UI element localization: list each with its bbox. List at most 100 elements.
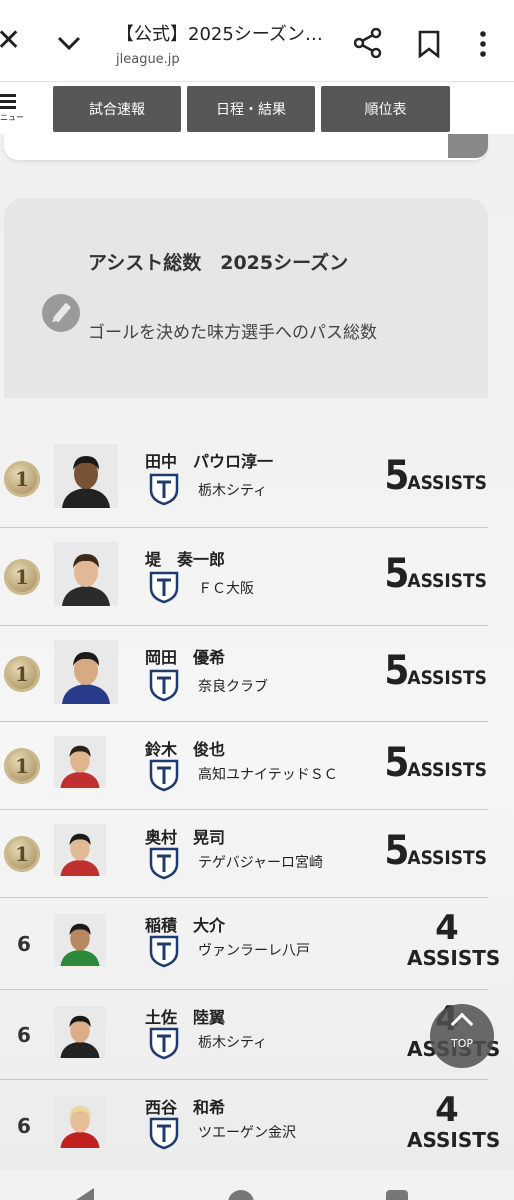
player-photo <box>54 736 106 788</box>
browser-toolbar: ✕ 【公式】2025シーズン… jleague.jp <box>0 0 514 82</box>
assist-unit: ASSISTS <box>407 946 501 970</box>
more-options-icon[interactable] <box>478 30 488 58</box>
rank-medal: 1 <box>4 461 40 497</box>
stat-info-card: アシスト総数 2025シーズン ゴールを決めた味方選手へのパス総数 <box>4 198 488 398</box>
club-name[interactable]: ヴァンラーレ八戸 <box>198 940 310 960</box>
arrow-up-icon <box>450 1012 474 1036</box>
club-logo-icon <box>149 759 179 792</box>
ranking-row[interactable]: 1 奥村 晃司 テゲバジャーロ宮崎 5ASSISTS <box>0 810 488 898</box>
top-label: TOP <box>450 1037 473 1050</box>
assist-value: 5 <box>384 551 409 597</box>
menu-label: ニュー <box>0 113 24 122</box>
menu-button[interactable]: ニュー <box>0 92 26 128</box>
chevron-down-icon[interactable] <box>54 28 84 58</box>
pencil-icon <box>42 294 80 332</box>
ranking-row[interactable]: 1 岡田 優希 奈良クラブ 5ASSISTS <box>0 626 488 722</box>
assist-unit: ASSISTS <box>407 570 487 592</box>
back-icon[interactable] <box>76 1188 94 1200</box>
assist-count: 5ASSISTS <box>384 740 487 786</box>
assist-unit: ASSISTS <box>407 759 487 781</box>
assist-value: 4 <box>435 908 459 948</box>
previous-card-bottom <box>4 134 488 160</box>
page-domain: jleague.jp <box>116 52 180 67</box>
rank-number: 1 <box>15 662 29 686</box>
rank-number: 1 <box>15 565 29 589</box>
page-title: 【公式】2025シーズン… <box>116 24 323 45</box>
player-name[interactable]: 奥村 晃司 <box>145 824 225 848</box>
club-name[interactable]: ＦＣ大阪 <box>198 578 254 598</box>
assist-unit: ASSISTS <box>407 1128 501 1152</box>
club-logo-icon <box>149 473 179 506</box>
rank-number: 6 <box>17 932 31 956</box>
site-navigation: ニュー 試合速報 日程・結果 順位表 <box>0 82 514 134</box>
club-name[interactable]: テゲバジャーロ宮崎 <box>198 852 323 872</box>
assist-unit: ASSISTS <box>407 667 487 689</box>
club-logo-icon <box>149 1117 179 1150</box>
player-photo <box>54 914 106 966</box>
player-name[interactable]: 土佐 陸翼 <box>145 1004 225 1028</box>
tab-live-scores[interactable]: 試合速報 <box>53 86 181 132</box>
close-icon[interactable]: ✕ <box>0 26 26 56</box>
assist-value: 5 <box>384 740 409 786</box>
stat-description: ゴールを決めた味方選手へのパス総数 <box>88 323 377 343</box>
player-photo <box>54 1006 106 1058</box>
assist-count: 4 ASSISTS <box>407 1090 501 1152</box>
rank-medal: 1 <box>4 656 40 692</box>
hamburger-icon <box>0 94 16 109</box>
player-photo <box>54 444 118 508</box>
ranking-row[interactable]: 6 西谷 和希 ツエーゲン金沢 4 ASSISTS <box>0 1080 501 1172</box>
tab-standings[interactable]: 順位表 <box>321 86 450 132</box>
rank-medal: 1 <box>4 748 40 784</box>
back-to-top-button[interactable]: TOP <box>430 1004 494 1068</box>
player-photo <box>54 542 118 606</box>
rank-number: 1 <box>15 842 29 866</box>
assist-count: 5ASSISTS <box>384 551 487 597</box>
system-navigation-bar <box>0 1170 514 1200</box>
share-icon[interactable] <box>354 28 382 58</box>
player-photo <box>54 1096 106 1148</box>
club-logo-icon <box>149 669 179 702</box>
club-name[interactable]: 高知ユナイテッドＳＣ <box>198 764 338 784</box>
player-name[interactable]: 田中 パウロ淳一 <box>145 448 273 472</box>
club-logo-icon <box>149 935 179 968</box>
ranking-row[interactable]: 1 鈴木 俊也 高知ユナイテッドＳＣ 5ASSISTS <box>0 722 488 810</box>
previous-card-accent <box>448 134 488 158</box>
player-name[interactable]: 西谷 和希 <box>145 1094 225 1118</box>
assist-value: 5 <box>384 453 409 499</box>
bookmark-icon[interactable] <box>418 30 440 58</box>
club-logo-icon <box>149 847 179 880</box>
recent-apps-icon[interactable] <box>386 1190 408 1200</box>
club-logo-icon <box>149 1027 179 1060</box>
club-name[interactable]: 栃木シティ <box>198 480 267 500</box>
assist-value: 5 <box>384 648 409 694</box>
assist-unit: ASSISTS <box>407 847 487 869</box>
club-name[interactable]: 栃木シティ <box>198 1032 267 1052</box>
player-name[interactable]: 堤 奏一郎 <box>145 546 225 570</box>
club-logo-icon <box>149 571 179 604</box>
assist-unit: ASSISTS <box>407 472 487 494</box>
ranking-row[interactable]: 1 田中 パウロ淳一 栃木シティ 5ASSISTS <box>0 430 488 528</box>
stat-heading: アシスト総数 2025シーズン <box>88 252 349 274</box>
player-photo <box>54 824 106 876</box>
assist-value: 5 <box>384 828 409 874</box>
rank-number: 6 <box>17 1023 31 1047</box>
player-name[interactable]: 岡田 優希 <box>145 644 225 668</box>
ranking-row[interactable]: 1 堤 奏一郎 ＦＣ大阪 5ASSISTS <box>0 528 488 626</box>
rank-number: 6 <box>17 1114 31 1138</box>
ranking-row[interactable]: 6 稲積 大介 ヴァンラーレ八戸 4 ASSISTS <box>0 898 501 990</box>
club-name[interactable]: 奈良クラブ <box>198 676 268 696</box>
assist-count: 5ASSISTS <box>384 453 487 499</box>
club-name[interactable]: ツエーゲン金沢 <box>198 1122 296 1142</box>
tab-schedule-results[interactable]: 日程・結果 <box>187 86 315 132</box>
player-name[interactable]: 稲積 大介 <box>145 912 225 936</box>
ranking-row[interactable]: 6 土佐 陸翼 栃木シティ 4 ASSISTS <box>0 990 500 1080</box>
rank-medal: 1 <box>4 836 40 872</box>
rank-number: 1 <box>15 467 29 491</box>
player-name[interactable]: 鈴木 俊也 <box>145 736 225 760</box>
home-icon[interactable] <box>228 1190 254 1200</box>
rank-medal: 1 <box>4 559 40 595</box>
assist-count: 4 ASSISTS <box>407 908 501 970</box>
assist-count: 5ASSISTS <box>384 828 487 874</box>
player-photo <box>54 640 118 704</box>
assist-value: 4 <box>435 1090 459 1130</box>
